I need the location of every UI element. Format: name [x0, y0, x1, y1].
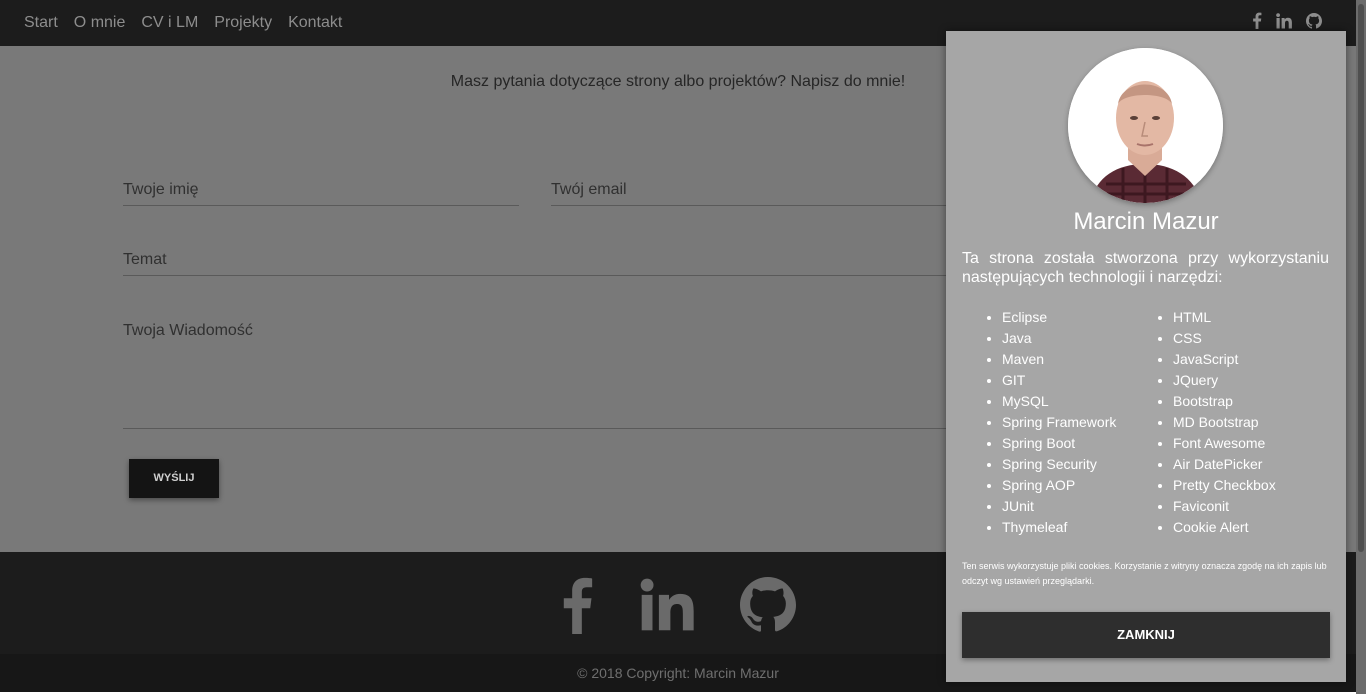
nav-link-o-mnie[interactable]: O mnie [74, 14, 126, 32]
send-button[interactable]: WYŚLIJ [129, 459, 219, 498]
list-item: Spring Security [1002, 454, 1116, 475]
name-placeholder: Twoje imię [123, 181, 199, 198]
list-item: MySQL [1002, 391, 1116, 412]
list-item: JavaScript [1173, 349, 1276, 370]
list-item: Maven [1002, 349, 1116, 370]
list-item: Cookie Alert [1173, 517, 1276, 538]
list-item: Spring AOP [1002, 475, 1116, 496]
panel-description: Ta strona została stworzona przy wykorzy… [962, 250, 1329, 286]
linkedin-icon[interactable] [640, 578, 694, 632]
github-icon[interactable] [1306, 12, 1322, 29]
name-field[interactable]: Twoje imię [123, 166, 519, 206]
list-item: Eclipse [1002, 307, 1116, 328]
facebook-icon[interactable] [560, 576, 594, 634]
facebook-icon[interactable] [1252, 12, 1262, 29]
close-button[interactable]: ZAMKNIJ [962, 612, 1330, 658]
list-item: Faviconit [1173, 496, 1276, 517]
message-field[interactable]: Twoja Wiadomość [123, 308, 947, 429]
nav-link-start[interactable]: Start [24, 14, 58, 32]
tech-list-right: HTML CSS JavaScript JQuery Bootstrap MD … [1173, 307, 1276, 538]
list-item: CSS [1173, 328, 1276, 349]
nav-links: Start O mnie CV i LM Projekty Kontakt [16, 0, 350, 46]
panel-name: Marcin Mazur [1073, 208, 1219, 235]
linkedin-icon[interactable] [1276, 12, 1292, 29]
list-item: JUnit [1002, 496, 1116, 517]
info-panel: Marcin Mazur Ta strona została stworzona… [946, 31, 1346, 682]
scrollbar-thumb[interactable] [1358, 4, 1364, 552]
subject-field[interactable]: Temat [123, 236, 947, 276]
tech-list-left: Eclipse Java Maven GIT MySQL Spring Fram… [1002, 307, 1116, 538]
list-item: Bootstrap [1173, 391, 1276, 412]
list-item: JQuery [1173, 370, 1276, 391]
list-item: Font Awesome [1173, 433, 1276, 454]
list-item: Thymeleaf [1002, 517, 1116, 538]
nav-link-kontakt[interactable]: Kontakt [288, 14, 342, 32]
list-item: MD Bootstrap [1173, 412, 1276, 433]
page-scrollbar[interactable] [1356, 0, 1366, 694]
subject-placeholder: Temat [123, 251, 167, 268]
cookie-notice: Ten serwis wykorzystuje pliki cookies. K… [962, 561, 1327, 586]
list-item: Pretty Checkbox [1173, 475, 1276, 496]
list-item: HTML [1173, 307, 1276, 328]
list-item: Spring Boot [1002, 433, 1116, 454]
email-placeholder: Twój email [551, 181, 627, 198]
list-item: GIT [1002, 370, 1116, 391]
avatar [1068, 48, 1223, 203]
github-icon[interactable] [740, 577, 796, 633]
nav-link-cv[interactable]: CV i LM [141, 14, 198, 32]
nav-social-links [1238, 12, 1322, 29]
list-item: Air DatePicker [1173, 454, 1276, 475]
email-field[interactable]: Twój email [551, 166, 947, 206]
message-placeholder: Twoja Wiadomość [123, 322, 253, 339]
list-item: Java [1002, 328, 1116, 349]
list-item: Spring Framework [1002, 412, 1116, 433]
nav-link-projekty[interactable]: Projekty [214, 14, 272, 32]
